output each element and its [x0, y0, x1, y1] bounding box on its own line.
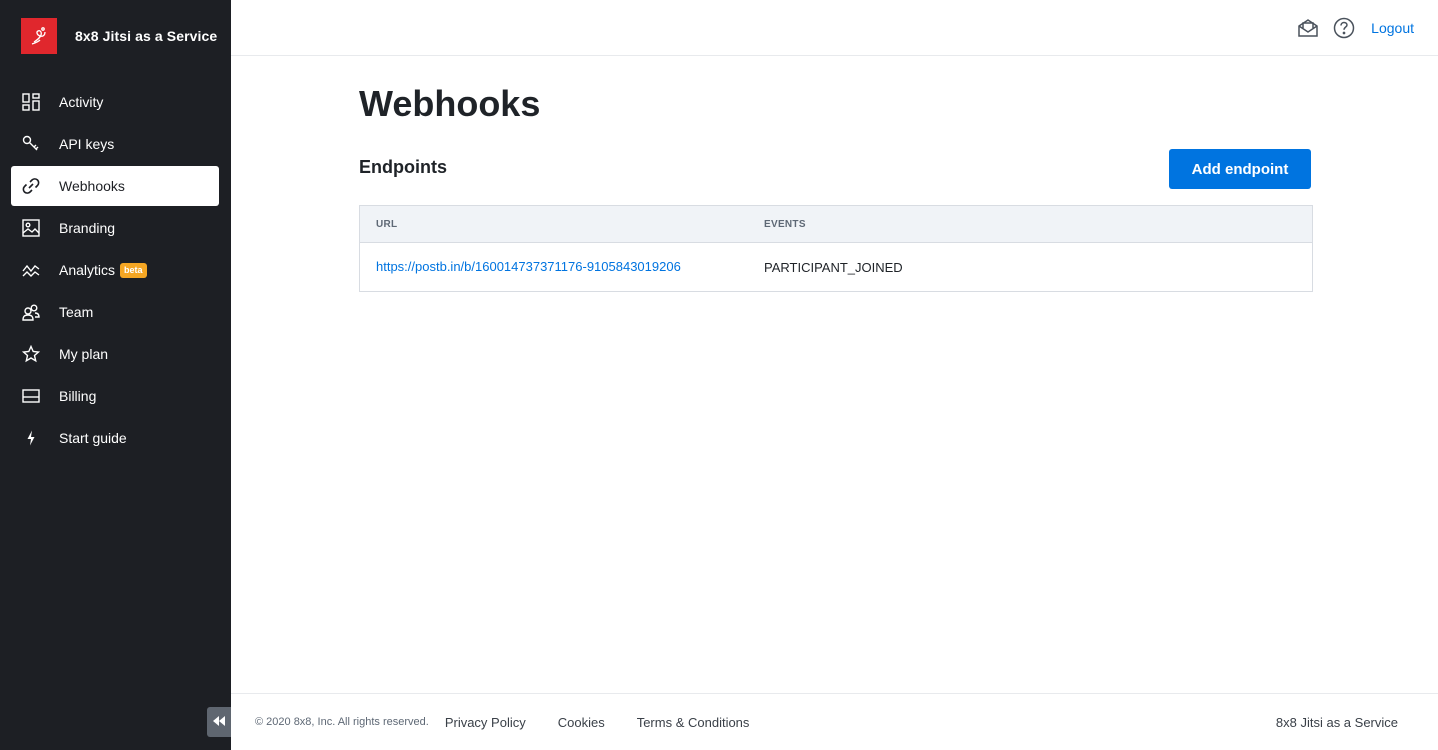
brand[interactable]: 8x8 Jitsi as a Service [21, 18, 217, 54]
team-icon [22, 303, 40, 321]
sidebar-item-label: API keys [59, 136, 115, 152]
dashboard-icon [22, 93, 40, 111]
cookies-link[interactable]: Cookies [558, 715, 605, 730]
sidebar-item-analytics[interactable]: Analytics beta [11, 250, 219, 290]
sidebar-item-start-guide[interactable]: Start guide [11, 418, 219, 458]
logout-link[interactable]: Logout [1371, 20, 1414, 36]
sidebar-item-billing[interactable]: Billing [11, 376, 219, 416]
top-actions: Logout [1297, 17, 1414, 39]
sidebar-item-label: Team [59, 304, 94, 320]
sidebar-item-label: Start guide [59, 430, 127, 446]
sidebar-item-label: Webhooks [59, 178, 125, 194]
key-icon [22, 135, 40, 153]
column-header-events: EVENTS [764, 218, 806, 230]
sidebar-nav: Activity API keys Webhooks Branding Anal… [11, 82, 219, 460]
sidebar-item-team[interactable]: Team [11, 292, 219, 332]
table-row: https://postb.in/b/160014737371176-91058… [360, 243, 1312, 291]
page-title: Webhooks [359, 83, 541, 124]
add-endpoint-button[interactable]: Add endpoint [1169, 149, 1311, 189]
image-icon [22, 219, 40, 237]
sidebar-item-label: Billing [59, 388, 97, 404]
double-chevron-left-icon [213, 713, 225, 731]
sidebar-item-my-plan[interactable]: My plan [11, 334, 219, 374]
privacy-policy-link[interactable]: Privacy Policy [445, 715, 526, 730]
collapse-sidebar-button[interactable] [207, 707, 231, 737]
sidebar-item-branding[interactable]: Branding [11, 208, 219, 248]
help-icon[interactable] [1333, 17, 1355, 39]
star-icon [22, 345, 40, 363]
footer-brand: 8x8 Jitsi as a Service [1275, 714, 1398, 730]
sidebar-item-webhooks[interactable]: Webhooks [11, 166, 219, 206]
mail-icon[interactable] [1297, 17, 1319, 39]
footer: © 2020 8x8, Inc. All rights reserved. Pr… [231, 693, 1438, 750]
section-header: Endpoints Add endpoint [359, 149, 1313, 189]
sidebar-item-label: Branding [59, 220, 116, 236]
table-header: URL EVENTS [360, 206, 1312, 243]
card-icon [22, 387, 40, 405]
top-bar: Logout [231, 0, 1438, 56]
webhook-icon [22, 177, 40, 195]
sidebar-item-label: Activity [59, 94, 104, 110]
analytics-icon [22, 261, 40, 279]
column-header-url: URL [376, 218, 398, 230]
terms-link[interactable]: Terms & Conditions [637, 715, 750, 730]
section-title: Endpoints [359, 157, 447, 177]
endpoint-events: PARTICIPANT_JOINED [764, 259, 903, 275]
sidebar-item-label: Analytics [59, 262, 116, 278]
endpoints-table: URL EVENTS https://postb.in/b/1600147373… [359, 205, 1313, 292]
brand-name: 8x8 Jitsi as a Service [75, 28, 218, 44]
beta-badge: beta [120, 262, 147, 278]
copyright-text: © 2020 8x8, Inc. All rights reserved. [255, 716, 429, 728]
endpoint-url-link[interactable]: https://postb.in/b/160014737371176-91058… [376, 259, 681, 274]
sidebar: 8x8 Jitsi as a Service Activity API keys… [0, 0, 231, 750]
bolt-icon [22, 429, 40, 447]
sidebar-item-api-keys[interactable]: API keys [11, 124, 219, 164]
sidebar-item-label: My plan [59, 346, 109, 362]
sidebar-item-activity[interactable]: Activity [11, 82, 219, 122]
jitsi-logo-icon [21, 18, 57, 54]
main-content: Webhooks Endpoints Add endpoint URL EVEN… [359, 56, 1313, 292]
